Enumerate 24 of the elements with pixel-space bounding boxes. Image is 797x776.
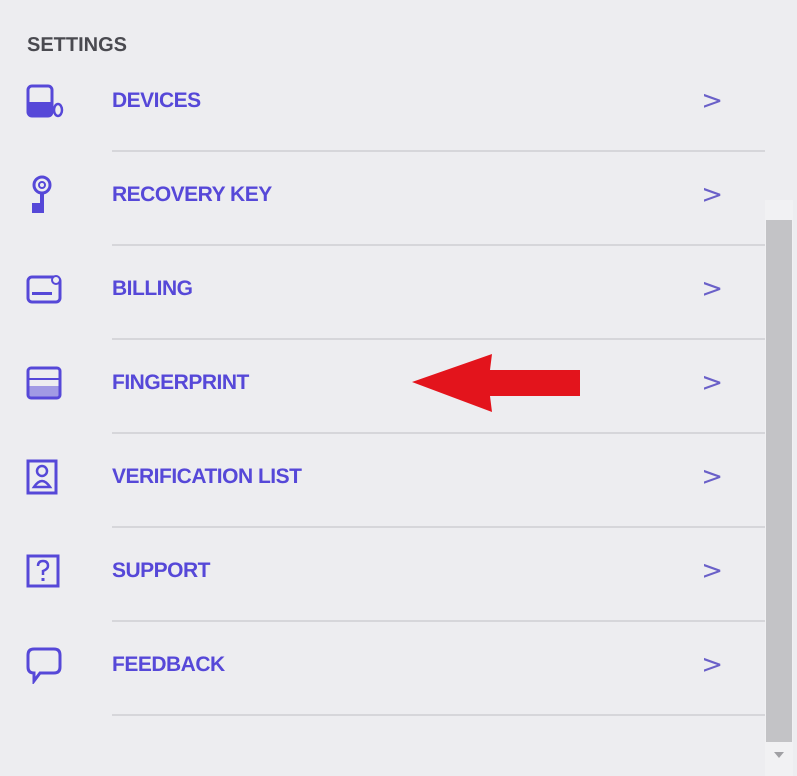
scroll-down-icon[interactable] bbox=[774, 752, 784, 758]
menu-item-label[interactable]: FINGERPRINT bbox=[112, 371, 249, 395]
card-icon bbox=[26, 274, 64, 304]
menu-item-label[interactable]: VERIFICATION LIST bbox=[112, 465, 302, 489]
scrollbar-thumb[interactable] bbox=[766, 220, 792, 742]
chevron-icon[interactable]: > bbox=[701, 368, 723, 398]
device-icon bbox=[26, 84, 64, 118]
menu-item-label[interactable]: FEEDBACK bbox=[112, 653, 225, 677]
help-icon bbox=[26, 554, 60, 588]
section-title: SETTINGS bbox=[26, 33, 128, 58]
chevron-icon[interactable]: > bbox=[701, 274, 723, 304]
menu-item-label[interactable]: DEVICES bbox=[112, 89, 201, 113]
chevron-icon[interactable]: > bbox=[701, 650, 723, 680]
person-icon bbox=[26, 459, 58, 495]
chevron-icon[interactable]: > bbox=[701, 180, 723, 210]
chevron-icon[interactable]: > bbox=[701, 86, 723, 116]
chevron-icon[interactable]: > bbox=[701, 462, 723, 492]
chat-icon bbox=[26, 646, 62, 684]
chevron-icon[interactable]: > bbox=[701, 556, 723, 586]
menu-item-label[interactable]: BILLING bbox=[112, 277, 192, 301]
scrollbar[interactable] bbox=[765, 200, 793, 776]
keypad-icon bbox=[26, 366, 62, 400]
menu-item-label[interactable]: RECOVERY KEY bbox=[112, 183, 272, 207]
menu-item-label[interactable]: SUPPORT bbox=[112, 559, 210, 583]
